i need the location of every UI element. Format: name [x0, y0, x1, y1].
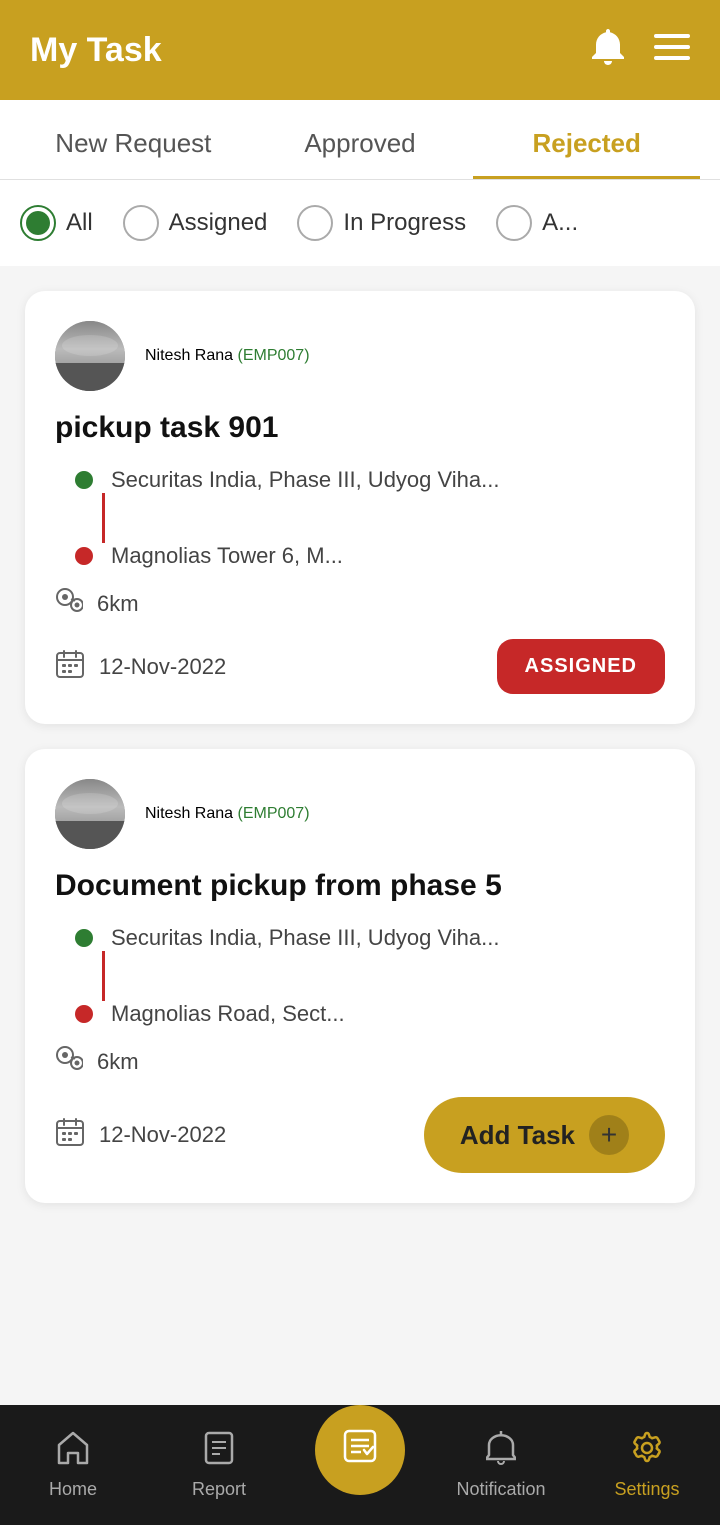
- task-icon: [342, 1428, 378, 1473]
- tab-bar: New Request Approved Rejected: [0, 100, 720, 180]
- filter-assigned[interactable]: Assigned: [123, 205, 268, 241]
- pickup-dot-2: [75, 929, 93, 947]
- connector-line-2: [102, 951, 105, 1001]
- tab-rejected[interactable]: Rejected: [473, 100, 700, 179]
- avatar-2: [55, 779, 125, 849]
- filter-in-progress[interactable]: In Progress: [297, 205, 466, 241]
- calendar-icon-1: [55, 649, 85, 685]
- notification-icon[interactable]: [592, 29, 624, 72]
- dropoff-location-2: Magnolias Road, Sect...: [111, 1001, 345, 1027]
- dropoff-location-1: Magnolias Tower 6, M...: [111, 543, 343, 569]
- employee-name-1: Nitesh Rana: [145, 347, 233, 364]
- card-employee-1: Nitesh Rana (EMP007): [145, 347, 310, 365]
- date-1: 12-Nov-2022: [99, 654, 226, 680]
- pickup-location-1: Securitas India, Phase III, Udyog Viha..…: [111, 467, 499, 493]
- date-row-2: 12-Nov-2022: [55, 1117, 226, 1153]
- dropoff-dot-2: [75, 1005, 93, 1023]
- card-footer-2: 12-Nov-2022 Add Task +: [55, 1097, 665, 1173]
- task-card-1[interactable]: Nitesh Rana (EMP007) pickup task 901 Sec…: [25, 291, 695, 724]
- filter-row: All Assigned In Progress A...: [0, 180, 720, 266]
- employee-id-1: (EMP007): [238, 347, 310, 364]
- distance-icon-1: [55, 587, 83, 621]
- dropoff-row-1: Magnolias Tower 6, M...: [75, 543, 665, 569]
- bottom-navigation: Home Report: [0, 1405, 720, 1525]
- nav-report[interactable]: Report: [169, 1431, 269, 1500]
- calendar-icon-2: [55, 1117, 85, 1153]
- pickup-dot-1: [75, 471, 93, 489]
- avatar-1: [55, 321, 125, 391]
- filter-extra[interactable]: A...: [496, 205, 578, 241]
- dropoff-dot-1: [75, 547, 93, 565]
- settings-icon: [631, 1431, 663, 1473]
- dropoff-row-2: Magnolias Road, Sect...: [75, 1001, 665, 1027]
- report-icon: [204, 1431, 234, 1473]
- app-header: My Task: [0, 0, 720, 100]
- nav-settings[interactable]: Settings: [597, 1431, 697, 1500]
- pickup-location-2: Securitas India, Phase III, Udyog Viha..…: [111, 925, 499, 951]
- radio-all: [20, 205, 56, 241]
- distance-2: 6km: [97, 1049, 139, 1075]
- menu-icon[interactable]: [654, 34, 690, 67]
- task-title-1: pickup task 901: [55, 411, 665, 445]
- app-title: My Task: [30, 31, 162, 70]
- nav-home[interactable]: Home: [23, 1431, 123, 1500]
- date-2: 12-Nov-2022: [99, 1122, 226, 1148]
- plus-circle-icon: +: [589, 1115, 629, 1155]
- card-header-1: Nitesh Rana (EMP007): [55, 321, 665, 391]
- employee-name-2: Nitesh Rana: [145, 805, 233, 822]
- header-actions: [592, 29, 690, 72]
- pickup-row-1: Securitas India, Phase III, Udyog Viha..…: [75, 467, 665, 493]
- radio-assigned: [123, 205, 159, 241]
- card-footer-1: 12-Nov-2022 ASSIGNED: [55, 639, 665, 694]
- connector-line-1: [102, 493, 105, 543]
- tab-new-request[interactable]: New Request: [20, 100, 247, 179]
- distance-row-1: 6km: [55, 587, 665, 621]
- home-icon: [56, 1431, 90, 1473]
- distance-row-2: 6km: [55, 1045, 665, 1079]
- nav-notification[interactable]: Notification: [451, 1431, 551, 1500]
- task-list: Nitesh Rana (EMP007) pickup task 901 Sec…: [0, 266, 720, 1403]
- radio-extra: [496, 205, 532, 241]
- tab-approved[interactable]: Approved: [247, 100, 474, 179]
- radio-in-progress: [297, 205, 333, 241]
- date-row-1: 12-Nov-2022: [55, 649, 226, 685]
- location-block-1: Securitas India, Phase III, Udyog Viha..…: [55, 467, 665, 569]
- filter-all[interactable]: All: [20, 205, 93, 241]
- notification-nav-icon: [486, 1431, 516, 1473]
- employee-id-2: (EMP007): [238, 805, 310, 822]
- nav-my-task-center[interactable]: [315, 1405, 405, 1495]
- distance-1: 6km: [97, 591, 139, 617]
- distance-icon-2: [55, 1045, 83, 1079]
- task-card-2[interactable]: Nitesh Rana (EMP007) Document pickup fro…: [25, 749, 695, 1203]
- assigned-badge-1: ASSIGNED: [497, 639, 665, 694]
- location-block-2: Securitas India, Phase III, Udyog Viha..…: [55, 925, 665, 1027]
- pickup-row-2: Securitas India, Phase III, Udyog Viha..…: [75, 925, 665, 951]
- task-title-2: Document pickup from phase 5: [55, 869, 665, 903]
- card-employee-2: Nitesh Rana (EMP007): [145, 805, 310, 823]
- add-task-button[interactable]: Add Task +: [424, 1097, 665, 1173]
- card-header-2: Nitesh Rana (EMP007): [55, 779, 665, 849]
